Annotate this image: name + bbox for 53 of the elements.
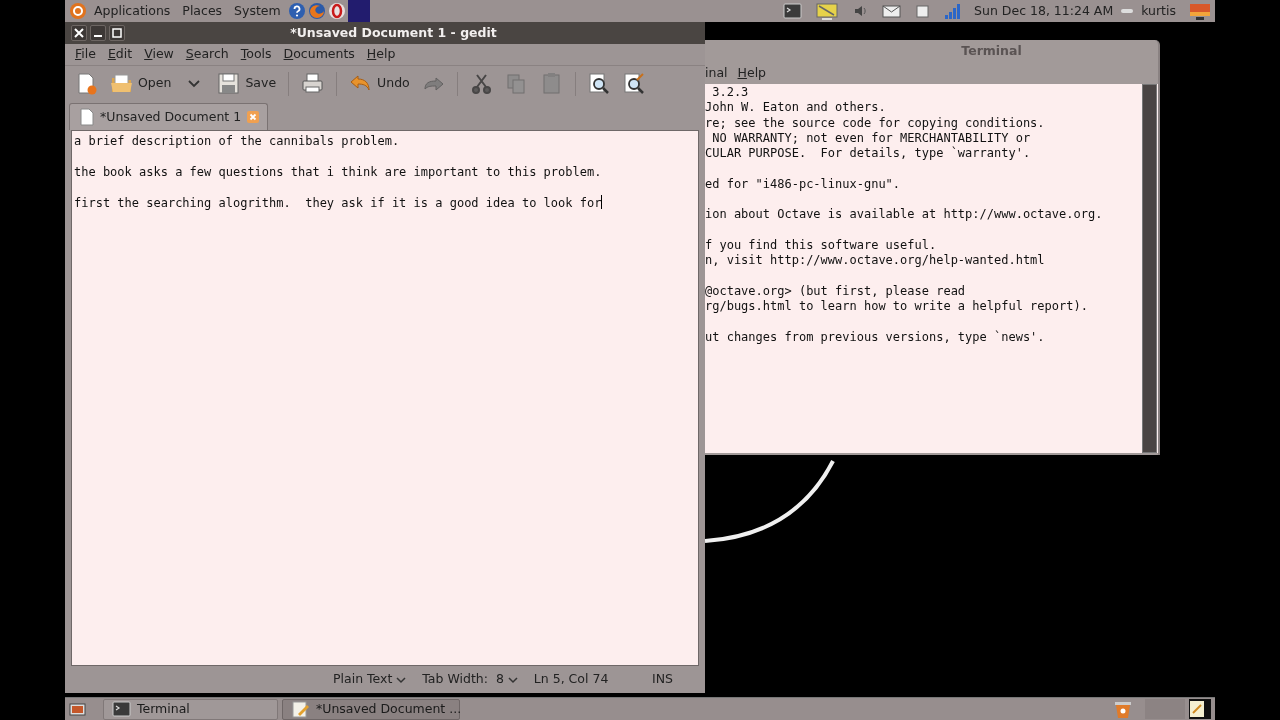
workspace-switcher-drawing[interactable]	[1145, 698, 1211, 720]
text-editor[interactable]: a brief description of the cannibals problem. the book asks a few questions that i think are important to this problem. first the searching alogrithm. they ask if it is a good idea to look for	[71, 130, 699, 666]
clock[interactable]: Sun Dec 18, 11:24 AM	[969, 1, 1119, 21]
text-editor-icon	[291, 700, 310, 718]
menu-item[interactable]: View	[138, 45, 180, 64]
panel-menu[interactable]: System	[229, 1, 286, 21]
folder-icon	[110, 72, 133, 95]
menu-item[interactable]: File	[69, 45, 102, 64]
menu-item[interactable]: Search	[179, 45, 235, 64]
open-button[interactable]: Open	[106, 70, 176, 97]
taskbar-button[interactable]: Terminal	[103, 698, 278, 720]
cursor-position: Ln 5, Col 74	[532, 670, 610, 689]
menu-item[interactable]: Documents	[277, 45, 361, 64]
maximize-icon[interactable]	[109, 25, 125, 41]
terminal-icon	[112, 700, 131, 718]
menu-item[interactable]: Tools	[234, 45, 278, 64]
taskbar-label: Terminal	[137, 699, 190, 718]
monitor-icon[interactable]	[816, 1, 839, 21]
find-replace-icon	[622, 72, 646, 95]
ring-icon[interactable]	[327, 2, 346, 20]
checkbox-icon[interactable]	[915, 3, 931, 19]
window-title: *Unsaved Document 1 - gedit	[289, 23, 498, 42]
caret-icon	[507, 675, 518, 684]
scissors-icon	[469, 72, 493, 95]
caret-icon	[396, 675, 407, 684]
menu-item[interactable]: Help	[737, 63, 772, 83]
show-desktop-icon[interactable]	[69, 700, 87, 718]
document-icon	[78, 108, 94, 126]
window-title: Terminal	[960, 41, 1023, 60]
copy-icon	[504, 72, 528, 95]
undo-button[interactable]: Undo	[345, 70, 414, 97]
tab-width-dropdown[interactable]: Tab Width: 8	[414, 670, 526, 689]
menu-item[interactable]: Help	[360, 45, 402, 64]
scrollbar[interactable]	[1142, 84, 1157, 453]
find-icon	[587, 72, 611, 95]
taskbar-button[interactable]: *Unsaved Document ...	[282, 698, 460, 720]
taskbar-label: *Unsaved Document ...	[316, 699, 462, 718]
menu-item[interactable]: Edit	[101, 45, 139, 64]
mail-icon[interactable]	[882, 2, 902, 20]
document-tab[interactable]: *Unsaved Document 1	[69, 103, 269, 130]
tab-label: *Unsaved Document 1	[100, 107, 242, 126]
panel-menu[interactable]: Places	[177, 1, 228, 21]
printer-icon	[301, 72, 325, 95]
user-name[interactable]: kurtis	[1136, 1, 1181, 21]
save-button[interactable]: Save	[213, 70, 281, 97]
help-icon[interactable]	[287, 2, 306, 20]
new-document-icon	[75, 72, 98, 95]
panel-menu[interactable]: Applications	[89, 1, 176, 21]
menu-item[interactable]: inal	[705, 63, 733, 83]
ubuntu-logo-icon[interactable]	[69, 2, 87, 20]
insert-mode: INS	[651, 670, 674, 689]
terminal-icon[interactable]	[783, 2, 803, 20]
language-dropdown[interactable]: Plain Text	[325, 670, 415, 689]
